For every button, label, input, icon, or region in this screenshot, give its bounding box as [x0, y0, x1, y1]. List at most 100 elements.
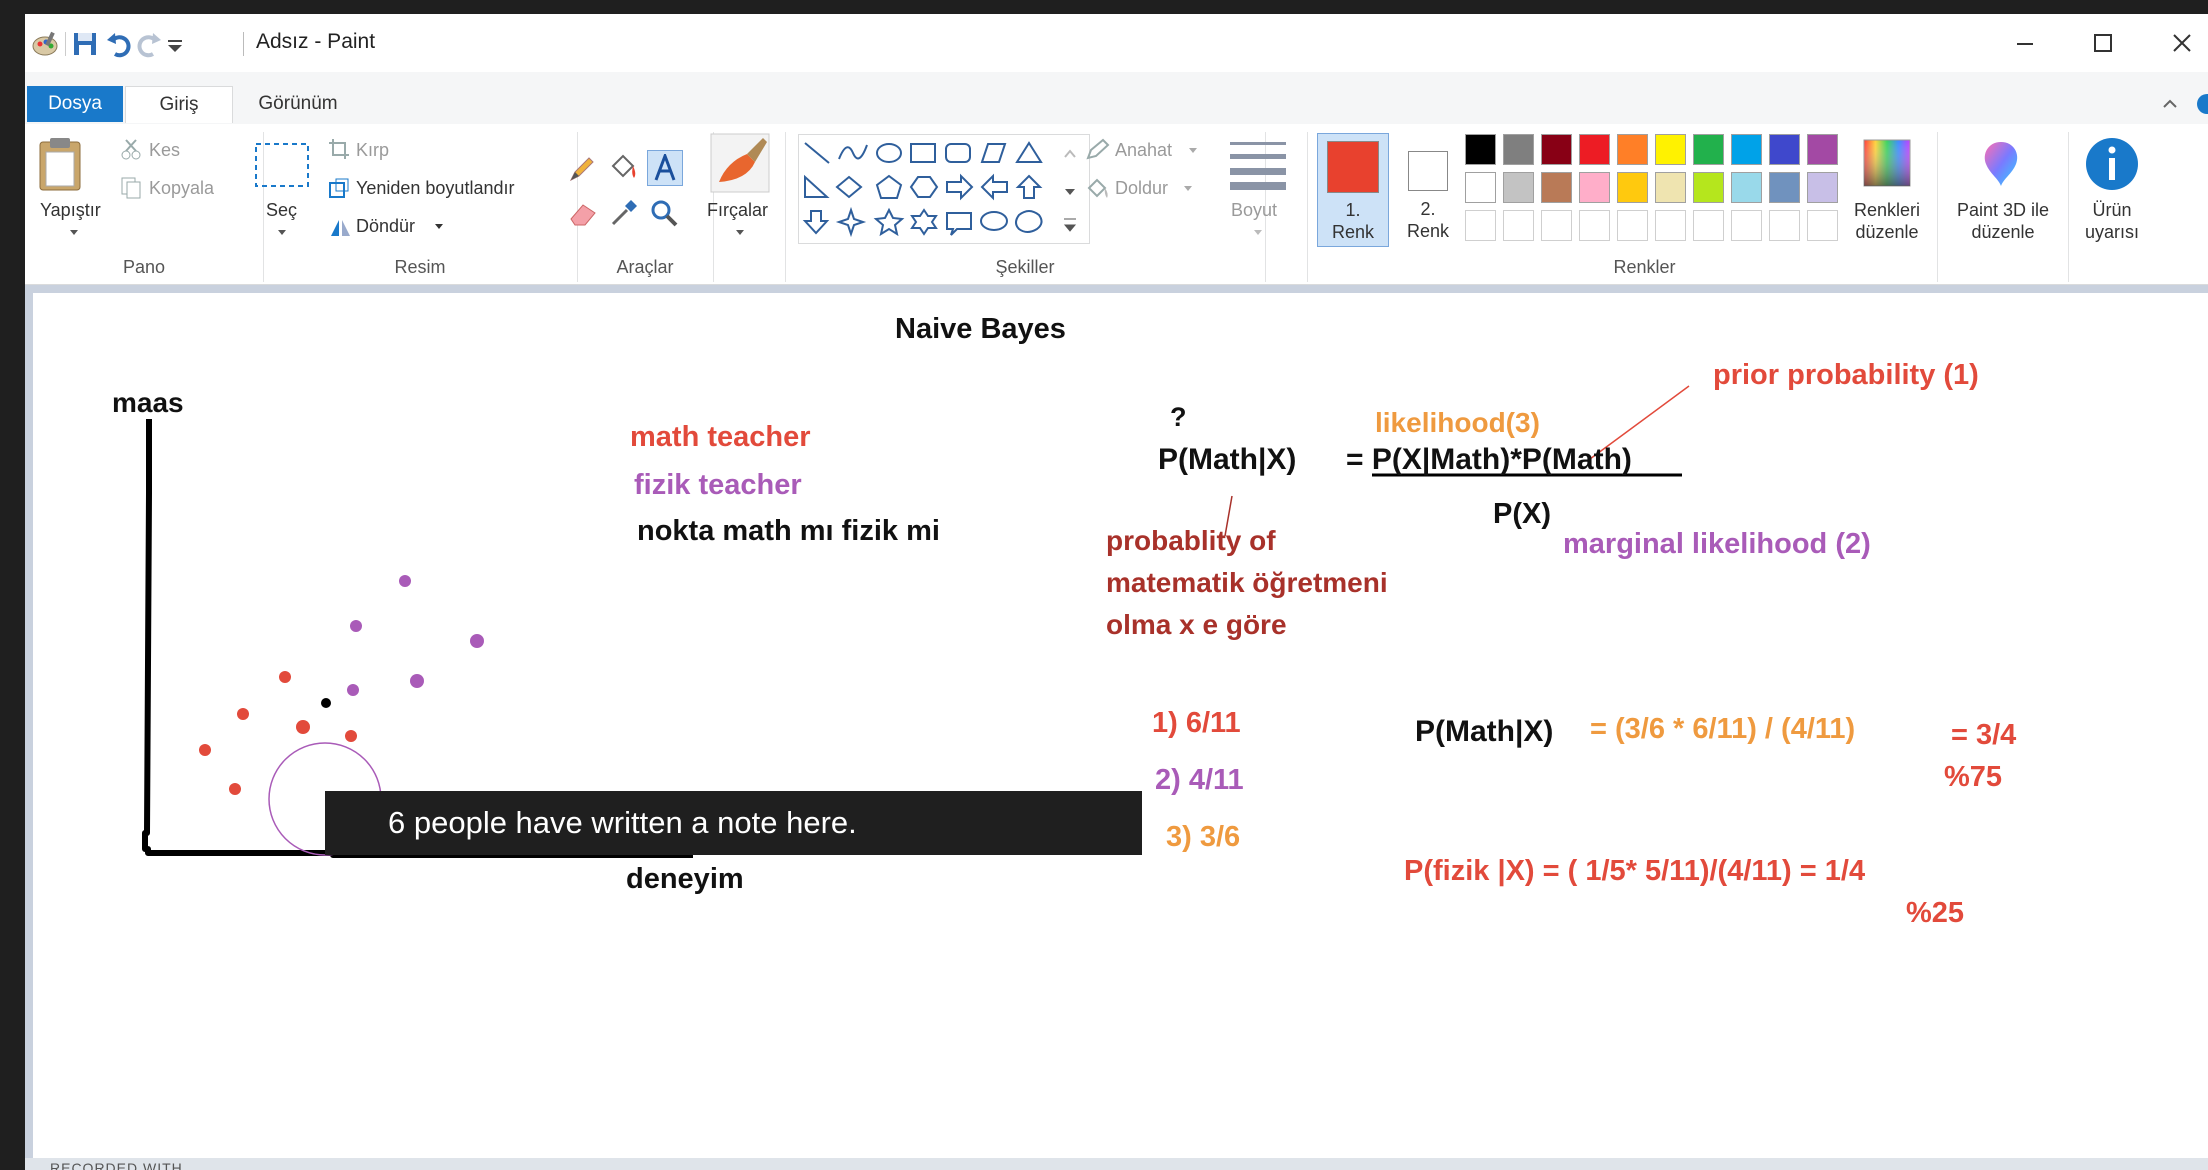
color-swatch[interactable] [1579, 172, 1610, 203]
resize-label[interactable]: Yeniden boyutlandır [356, 178, 514, 199]
fizik-point [350, 620, 362, 632]
color-swatch[interactable] [1807, 172, 1838, 203]
minimize-icon[interactable] [2005, 26, 2045, 60]
edit-colors-label-1[interactable]: Renkleri [1845, 200, 1929, 221]
color-swatch[interactable] [1769, 172, 1800, 203]
paint3d-icon[interactable] [1976, 138, 2026, 188]
outline-icon[interactable] [1085, 138, 1111, 160]
color-picker-icon[interactable] [609, 198, 639, 228]
color-swatch[interactable] [1655, 172, 1686, 203]
size-dropdown-icon[interactable] [1252, 228, 1264, 236]
custom-color-slot[interactable] [1807, 210, 1838, 241]
tab-file[interactable]: Dosya [27, 86, 123, 122]
size-icon[interactable] [1228, 138, 1288, 190]
paste-icon[interactable] [37, 136, 83, 192]
maximize-icon[interactable] [2083, 26, 2123, 60]
brushes-label[interactable]: Fırçalar [707, 200, 768, 221]
undo-icon[interactable] [105, 30, 133, 58]
custom-color-slot[interactable] [1503, 210, 1534, 241]
rotate-dropdown-icon[interactable] [433, 222, 445, 230]
paste-dropdown-icon[interactable] [68, 228, 80, 236]
color-swatch[interactable] [1541, 134, 1572, 165]
select-icon[interactable] [254, 142, 310, 188]
left-border [0, 0, 25, 1170]
custom-color-slot[interactable] [1465, 210, 1496, 241]
color-palette [1465, 134, 1855, 252]
outline-dropdown-icon[interactable] [1187, 146, 1199, 154]
custom-color-slot[interactable] [1541, 210, 1572, 241]
eraser-icon[interactable] [567, 199, 599, 227]
rotate-icon[interactable] [328, 216, 352, 238]
color-swatch[interactable] [1465, 134, 1496, 165]
fill-icon[interactable] [1085, 176, 1111, 200]
shapes-scrollbar[interactable] [1057, 137, 1083, 239]
color-swatch[interactable] [1693, 172, 1724, 203]
drawing-canvas[interactable]: Naive Bayes maas deneyim math teacher fi… [33, 293, 2208, 1170]
custom-color-slot[interactable] [1693, 210, 1724, 241]
resize-icon[interactable] [328, 177, 350, 199]
color-swatch[interactable] [1731, 172, 1762, 203]
custom-color-slot[interactable] [1617, 210, 1648, 241]
color-swatch[interactable] [1693, 134, 1724, 165]
color2-button[interactable]: 2. Renk [1392, 133, 1464, 247]
crop-icon[interactable] [328, 138, 350, 160]
fill-dropdown-icon[interactable] [1182, 184, 1194, 192]
select-dropdown-icon[interactable] [276, 228, 288, 236]
paint3d-label-1[interactable]: Paint 3D ile [1941, 200, 2065, 221]
custom-color-slot[interactable] [1769, 210, 1800, 241]
color-swatch[interactable] [1465, 172, 1496, 203]
formula-denominator: P(X) [1493, 498, 1551, 530]
product-alert-label-1[interactable]: Ürün [2075, 200, 2149, 221]
rotate-label[interactable]: Döndür [356, 216, 415, 237]
color-swatch[interactable] [1503, 134, 1534, 165]
color-swatch[interactable] [1769, 134, 1800, 165]
custom-color-slot[interactable] [1655, 210, 1686, 241]
outline-label[interactable]: Anahat [1115, 140, 1172, 161]
group-label-clipboard: Pano [122, 257, 166, 277]
select-label[interactable]: Seç [266, 200, 297, 221]
color-swatch[interactable] [1807, 134, 1838, 165]
color1-button[interactable]: 1. Renk [1317, 133, 1389, 247]
size-label[interactable]: Boyut [1231, 200, 1277, 221]
collapse-ribbon-icon[interactable] [2160, 94, 2180, 114]
pencil-icon[interactable] [567, 154, 597, 184]
edit-colors-icon[interactable] [1862, 138, 1912, 188]
copy-icon[interactable] [120, 176, 142, 200]
color-swatch[interactable] [1617, 134, 1648, 165]
color-swatch[interactable] [1655, 134, 1686, 165]
ribbon-separator [1937, 132, 1938, 282]
tab-home[interactable]: Giriş [125, 86, 233, 123]
crop-label[interactable]: Kırp [356, 140, 389, 161]
brushes-dropdown-icon[interactable] [734, 228, 746, 236]
help-icon[interactable] [2193, 92, 2208, 116]
color-swatch[interactable] [1503, 172, 1534, 203]
close-icon[interactable] [2162, 26, 2202, 60]
edit-colors-label-2[interactable]: düzenle [1845, 222, 1929, 243]
magnifier-icon[interactable] [649, 198, 679, 228]
tab-view[interactable]: Görünüm [235, 86, 361, 122]
top-border [0, 0, 2208, 14]
calc-fizik-percent: %25 [1906, 897, 1965, 929]
customize-quick-access-icon[interactable] [165, 30, 185, 58]
custom-color-slot[interactable] [1579, 210, 1610, 241]
color-swatch[interactable] [1731, 134, 1762, 165]
caption-overlay: 6 people have written a note here. [325, 791, 1142, 855]
fill-bucket-icon[interactable] [607, 152, 639, 184]
brushes-icon[interactable] [709, 132, 771, 194]
paint-app-icon[interactable] [30, 30, 60, 58]
cut-icon[interactable] [120, 138, 142, 160]
save-icon[interactable] [71, 30, 99, 58]
color-swatch[interactable] [1617, 172, 1648, 203]
color-swatch[interactable] [1541, 172, 1572, 203]
redo-icon[interactable] [135, 30, 163, 58]
cut-label[interactable]: Kes [149, 140, 180, 161]
copy-label[interactable]: Kopyala [149, 178, 214, 199]
color-swatch[interactable] [1579, 134, 1610, 165]
text-tool-button[interactable] [647, 150, 683, 186]
info-icon[interactable] [2084, 136, 2140, 192]
fill-label[interactable]: Doldur [1115, 178, 1168, 199]
custom-color-slot[interactable] [1731, 210, 1762, 241]
product-alert-label-2[interactable]: uyarısı [2075, 222, 2149, 243]
paint3d-label-2[interactable]: düzenle [1941, 222, 2065, 243]
paste-label[interactable]: Yapıştır [40, 200, 101, 221]
